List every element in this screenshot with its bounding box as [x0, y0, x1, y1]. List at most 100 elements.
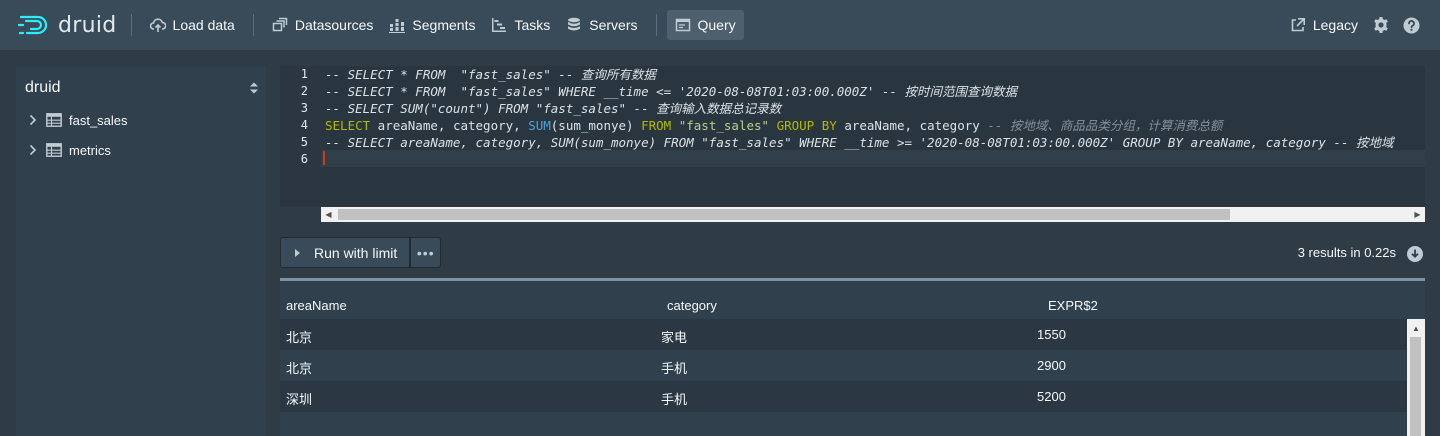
table-cell: 手机	[661, 392, 688, 407]
scroll-up-icon[interactable]: ▲	[1407, 321, 1425, 335]
schema-sidebar: druid fast_sales metrics	[16, 66, 266, 436]
run-with-limit-button[interactable]: Run with limit	[280, 237, 411, 268]
table-row: 北京 手机 2900	[280, 350, 1407, 381]
gear-icon	[1374, 17, 1388, 33]
results-vertical-scrollbar[interactable]: ▲	[1407, 319, 1425, 436]
editor-horizontal-scrollbar[interactable]: ◀ ▶	[321, 207, 1425, 222]
stacked-chart-icon	[389, 17, 406, 33]
nav-datasources-label: Datasources	[294, 17, 374, 33]
druid-logo[interactable]: druid	[18, 0, 117, 50]
editor-code-area[interactable]: -- SELECT * FROM "fast_sales" -- 查询所有数据 …	[321, 66, 1425, 207]
tree-item-label: metrics	[69, 142, 111, 158]
code-line-3: -- SELECT SUM("count") FROM "fast_sales"…	[325, 101, 782, 116]
line-number: 2	[300, 84, 308, 98]
nav-datasources[interactable]: Datasources	[264, 10, 382, 40]
top-navbar: druid Load data Datasources Segments Tas…	[0, 0, 1440, 50]
cloud-upload-icon	[149, 17, 166, 33]
download-icon[interactable]	[1406, 245, 1424, 263]
navbar-right-group: Legacy	[1282, 10, 1426, 40]
table-cell: 1550	[1037, 327, 1066, 342]
sql-editor[interactable]: 1 2 3 4 5 6 -- SELECT * FROM "fast_sales…	[280, 66, 1425, 207]
multi-select-icon	[272, 17, 288, 33]
nav-segments[interactable]: Segments	[381, 10, 483, 40]
nav-segments-label: Segments	[412, 17, 476, 33]
chevron-right-icon[interactable]	[26, 114, 40, 126]
nav-servers-label: Servers	[589, 17, 638, 33]
line-number: 6	[300, 152, 308, 166]
active-line-highlight	[321, 150, 1425, 167]
scroll-right-icon[interactable]: ▶	[1410, 207, 1425, 222]
nav-divider	[655, 14, 657, 36]
results-table: areaName category EXPR$2 北京 家电 1550 北京 手…	[280, 278, 1425, 436]
gantt-chart-icon	[491, 17, 507, 33]
more-icon: •••	[416, 244, 435, 261]
run-button-group: Run with limit •••	[280, 237, 442, 268]
help-button[interactable]	[1396, 10, 1426, 40]
results-info: 3 results in 0.22s	[1297, 245, 1396, 260]
table-cell: 2900	[1037, 358, 1066, 373]
line-number: 1	[300, 67, 308, 81]
table-cell: 深圳	[286, 392, 313, 407]
sql-string: "fast_sales"	[678, 118, 770, 133]
database-icon	[566, 17, 582, 33]
nav-servers[interactable]: Servers	[558, 10, 645, 40]
share-icon	[1290, 17, 1306, 33]
legacy-link[interactable]: Legacy	[1282, 10, 1366, 40]
logo-text: druid	[58, 12, 117, 38]
nav-load-data-label: Load data	[172, 17, 235, 33]
nav-load-data[interactable]: Load data	[142, 10, 243, 40]
sql-function: SUM	[528, 118, 551, 133]
nav-query-label: Query	[697, 17, 736, 33]
column-header-expr2[interactable]: EXPR$2	[1048, 298, 1098, 313]
tree-item-fast-sales[interactable]: fast_sales	[26, 109, 128, 131]
table-cell: 5200	[1037, 389, 1066, 404]
code-line-5: -- SELECT areaName, category, SUM(sum_mo…	[325, 135, 1394, 150]
scrollbar-thumb[interactable]	[1410, 337, 1421, 436]
scroll-left-icon[interactable]: ◀	[321, 207, 336, 222]
sql-keyword: GROUP BY	[776, 118, 837, 133]
editor-gutter: 1 2 3 4 5 6	[280, 66, 321, 207]
application-icon	[675, 17, 691, 33]
druid-logo-icon	[18, 15, 48, 35]
nav-divider	[252, 14, 254, 36]
code-line-1: -- SELECT * FROM "fast_sales" -- 查询所有数据	[325, 67, 656, 82]
column-header-category[interactable]: category	[667, 298, 717, 313]
table-row: 北京 家电 1550	[280, 319, 1407, 350]
play-icon	[295, 248, 300, 257]
text-cursor	[323, 151, 325, 165]
sql-text: areaName, category,	[370, 118, 529, 133]
sql-keyword: FROM	[641, 118, 672, 133]
tree-item-label: fast_sales	[69, 112, 128, 128]
table-cell: 家电	[661, 330, 688, 345]
sql-keyword: SELECT	[325, 118, 371, 133]
column-header-areaname[interactable]: areaName	[286, 298, 347, 313]
help-icon	[1403, 17, 1419, 33]
nav-query[interactable]: Query	[666, 10, 744, 40]
settings-button[interactable]	[1366, 10, 1396, 40]
code-line-4: SELECT areaName, category, SUM(sum_monye…	[325, 117, 1222, 134]
double-caret-icon	[250, 82, 258, 94]
line-number: 3	[300, 101, 308, 115]
tree-item-metrics[interactable]: metrics	[26, 139, 111, 161]
chevron-right-icon[interactable]	[26, 144, 40, 156]
database-select-value: druid	[25, 79, 61, 96]
code-line-2: -- SELECT * FROM "fast_sales" WHERE __ti…	[325, 84, 1017, 99]
line-number: 5	[300, 135, 308, 149]
legacy-label: Legacy	[1312, 17, 1358, 33]
nav-divider	[130, 14, 132, 36]
sql-comment: -- 按地域、商品品类分组，计算消费总额	[987, 118, 1223, 133]
table-cell: 手机	[661, 361, 688, 376]
table-cell: 北京	[286, 330, 313, 345]
table-icon	[46, 113, 62, 127]
sql-text: areaName, category	[836, 118, 988, 133]
nav-tasks[interactable]: Tasks	[483, 10, 558, 40]
table-cell: 北京	[286, 361, 313, 376]
table-icon	[46, 143, 62, 157]
more-options-button[interactable]: •••	[410, 237, 442, 268]
table-row: 深圳 手机 5200	[280, 381, 1407, 412]
line-number: 4	[300, 118, 308, 132]
scrollbar-thumb[interactable]	[338, 209, 1230, 220]
database-select[interactable]: druid	[25, 76, 259, 100]
